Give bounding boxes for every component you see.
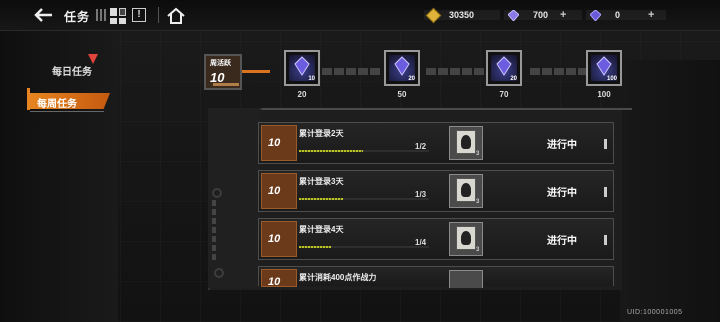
crystal-icon bbox=[596, 56, 612, 76]
task-name: 累计登录4天 bbox=[299, 225, 344, 234]
reward-qty: 3 bbox=[476, 199, 480, 205]
divider bbox=[158, 7, 159, 23]
reward-item[interactable] bbox=[449, 270, 483, 288]
task-status: 进行中 bbox=[547, 236, 577, 247]
milestone-qty: 10 bbox=[308, 76, 315, 82]
task-row[interactable]: 10 累计登录2天 1/2 3 进行中 bbox=[258, 122, 614, 164]
game-screen: 任务 ! 30350 700 + 0 + 每日任务 每周任务 周活跃 10 10… bbox=[0, 0, 720, 322]
task-row[interactable]: 10 累计消耗400点作战力 bbox=[258, 266, 614, 288]
task-progress: 1/3 bbox=[415, 190, 427, 199]
tab-daily-label: 每日任务 bbox=[52, 67, 92, 78]
task-status: 进行中 bbox=[547, 188, 577, 199]
coin-icon bbox=[425, 7, 442, 23]
track-segment bbox=[426, 68, 484, 75]
milestone-qty: 20 bbox=[510, 76, 517, 82]
row-edge-marker bbox=[604, 235, 607, 245]
milestone-threshold: 50 bbox=[397, 90, 407, 99]
tab-underline bbox=[30, 111, 104, 112]
row-edge-marker bbox=[604, 139, 607, 149]
milestone-qty: 20 bbox=[408, 76, 415, 82]
row-edge-marker bbox=[604, 187, 607, 197]
task-progress: 1/4 bbox=[415, 238, 427, 247]
task-progress-fill bbox=[299, 198, 343, 200]
task-points: 10 bbox=[268, 185, 281, 197]
track-segment bbox=[530, 68, 586, 75]
weekly-activity-box: 周活跃 10 bbox=[204, 54, 242, 90]
milestone-reward[interactable]: 10 bbox=[284, 50, 320, 86]
task-row[interactable]: 10 累计登录4天 1/4 3 进行中 bbox=[258, 218, 614, 260]
info-icon[interactable]: ! bbox=[132, 8, 146, 22]
task-points: 10 bbox=[268, 233, 281, 245]
milestone-reward[interactable]: 20 bbox=[384, 50, 420, 86]
crystal-currency: 700 + bbox=[508, 8, 566, 22]
crystal-icon bbox=[294, 56, 310, 76]
task-points-icon: 10 bbox=[261, 173, 297, 209]
milestone-threshold: 70 bbox=[499, 90, 509, 99]
reward-item[interactable]: 3 bbox=[449, 126, 483, 160]
milestone-threshold: 100 bbox=[597, 90, 611, 99]
task-name: 累计登录2天 bbox=[299, 129, 344, 138]
milestone-reward[interactable]: 20 bbox=[486, 50, 522, 86]
task-name: 累计消耗400点作战力 bbox=[299, 273, 377, 282]
frame-bolt bbox=[214, 268, 224, 278]
activity-bar bbox=[213, 83, 239, 86]
track-segment bbox=[322, 68, 380, 75]
crystal-icon bbox=[508, 9, 519, 21]
right-shade bbox=[620, 60, 720, 322]
reward-qty: 3 bbox=[476, 151, 480, 157]
frame-edge bbox=[262, 108, 632, 110]
task-row[interactable]: 10 累计登录3天 1/3 3 进行中 bbox=[258, 170, 614, 212]
task-points: 10 bbox=[268, 137, 281, 149]
page-title: 任务 bbox=[64, 10, 91, 24]
tab-daily[interactable]: 每日任务 bbox=[40, 54, 110, 78]
frame-panel bbox=[208, 108, 260, 288]
milestone-reward[interactable]: 100 bbox=[586, 50, 622, 86]
coin-value: 30350 bbox=[449, 10, 475, 20]
reward-item[interactable]: 3 bbox=[449, 222, 483, 256]
crystal-value: 700 bbox=[533, 10, 549, 20]
premium-currency: 0 + bbox=[590, 8, 654, 22]
task-points-icon: 10 bbox=[261, 221, 297, 257]
card-icon bbox=[456, 130, 476, 154]
task-name: 累计登录3天 bbox=[299, 177, 344, 186]
reward-qty: 3 bbox=[476, 247, 480, 253]
task-points-icon: 10 bbox=[261, 125, 297, 161]
reward-item[interactable]: 3 bbox=[449, 174, 483, 208]
crystal-icon bbox=[496, 56, 512, 76]
title-decoration bbox=[96, 9, 106, 21]
premium-crystal-icon bbox=[590, 9, 601, 21]
frame-bolt bbox=[212, 188, 222, 198]
tab-weekly-accent bbox=[27, 88, 30, 110]
task-points: 10 bbox=[268, 276, 281, 288]
milestone-threshold: 20 bbox=[297, 90, 307, 99]
task-points-icon: 10 bbox=[261, 269, 297, 288]
coin-currency: 30350 bbox=[425, 7, 475, 23]
top-bar: 任务 ! 30350 700 + 0 + bbox=[0, 0, 720, 31]
premium-add-button[interactable]: + bbox=[648, 9, 654, 21]
back-arrow-icon bbox=[34, 8, 52, 22]
task-progress: 1/2 bbox=[415, 142, 427, 151]
home-icon bbox=[167, 7, 185, 24]
tab-weekly[interactable]: 每周任务 bbox=[30, 93, 110, 109]
crystal-add-button[interactable]: + bbox=[560, 9, 566, 21]
milestone-qty: 100 bbox=[606, 76, 617, 82]
grid-menu-icon[interactable] bbox=[110, 8, 126, 24]
task-status: 进行中 bbox=[547, 140, 577, 151]
task-progress-fill bbox=[299, 150, 363, 152]
card-icon bbox=[456, 226, 476, 250]
user-id: UID:100001005 bbox=[627, 309, 683, 316]
card-icon bbox=[456, 178, 476, 202]
back-button[interactable] bbox=[34, 7, 54, 23]
crystal-icon bbox=[394, 56, 410, 76]
tab-weekly-label: 每周任务 bbox=[37, 99, 77, 110]
activity-label: 周活跃 bbox=[210, 60, 231, 67]
task-progress-fill bbox=[299, 246, 331, 248]
home-button[interactable] bbox=[166, 7, 186, 25]
frame-vent bbox=[212, 200, 216, 260]
activity-progress-fill bbox=[242, 70, 270, 73]
premium-value: 0 bbox=[615, 10, 621, 20]
